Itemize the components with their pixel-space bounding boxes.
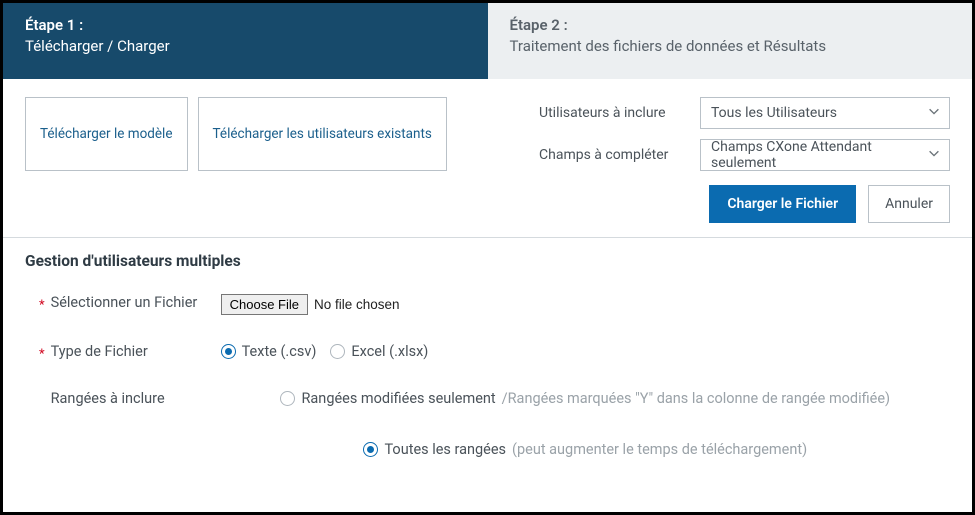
users-to-include-label: Utilisateurs à inclure [539,105,684,121]
download-buttons: Télécharger le modèle Télécharger les ut… [25,97,447,171]
fields-to-complete-value: Champs CXone Attendant seulement [711,139,919,171]
fields-to-complete-row: Champs à compléter Champs CXone Attendan… [539,139,950,171]
rows-include-radio-group: Rangées modifiées seulement /Rangées mar… [221,390,950,458]
rows-all-radio[interactable]: Toutes les rangées (peut augmenter le te… [363,441,807,458]
rows-include-label: Rangées à inclure [51,390,221,409]
filter-fields: Utilisateurs à inclure Tous les Utilisat… [539,97,950,171]
step-2-subtitle: Traitement des fichiers de données et Ré… [510,36,951,57]
steps-bar: Étape 1 : Télécharger / Charger Étape 2 … [3,3,972,79]
radio-icon [363,442,378,457]
download-template-button[interactable]: Télécharger le modèle [25,97,188,171]
rows-all-hint: (peut augmenter le temps de téléchargeme… [512,441,807,458]
required-star: * [39,347,45,362]
radio-icon [280,391,295,406]
section-title: Gestion d'utilisateurs multiples [3,238,972,288]
step-2-title: Étape 2 : [510,15,951,36]
file-chosen-text: No file chosen [314,297,400,312]
step-1-title: Étape 1 : [25,15,466,36]
rows-modified-hint: /Rangées marquées "Y" dans la colonne de… [502,390,890,407]
required-star: * [39,298,45,313]
file-type-csv-label: Texte (.csv) [242,343,317,360]
rows-all-label: Toutes les rangées [384,441,506,458]
rows-include-row: * Rangées à inclure Rangées modifiées se… [3,384,972,480]
chevron-down-icon [927,104,941,122]
fields-to-complete-label: Champs à compléter [539,147,684,163]
step-1[interactable]: Étape 1 : Télécharger / Charger [3,3,488,79]
file-type-csv-radio[interactable]: Texte (.csv) [221,343,317,360]
controls-row: Télécharger le modèle Télécharger les ut… [3,79,972,171]
chevron-down-icon [927,146,941,164]
file-type-xlsx-label: Excel (.xlsx) [351,343,428,360]
file-type-row: * Type de Fichier Texte (.csv) Excel (.x… [3,337,972,384]
file-input-group: Choose File No file chosen [221,294,950,315]
select-file-label: Sélectionner un Fichier [51,294,221,313]
download-existing-users-button[interactable]: Télécharger les utilisateurs existants [198,97,447,171]
users-to-include-select[interactable]: Tous les Utilisateurs [700,97,950,129]
file-type-label: Type de Fichier [51,343,221,362]
rows-modified-radio[interactable]: Rangées modifiées seulement /Rangées mar… [280,390,890,407]
actions-row: Charger le Fichier Annuler [3,171,972,237]
select-file-row: * Sélectionner un Fichier Choose File No… [3,288,972,337]
cancel-button[interactable]: Annuler [868,185,950,223]
load-file-button[interactable]: Charger le Fichier [709,185,856,223]
radio-icon [330,344,345,359]
rows-modified-label: Rangées modifiées seulement [301,390,495,407]
users-to-include-value: Tous les Utilisateurs [711,105,837,121]
file-type-xlsx-radio[interactable]: Excel (.xlsx) [330,343,428,360]
wizard-container: Étape 1 : Télécharger / Charger Étape 2 … [3,3,972,512]
step-2[interactable]: Étape 2 : Traitement des fichiers de don… [488,3,973,79]
choose-file-button[interactable]: Choose File [221,294,308,315]
fields-to-complete-select[interactable]: Champs CXone Attendant seulement [700,139,950,171]
radio-icon [221,344,236,359]
file-type-radio-group: Texte (.csv) Excel (.xlsx) [221,343,950,360]
users-to-include-row: Utilisateurs à inclure Tous les Utilisat… [539,97,950,129]
step-1-subtitle: Télécharger / Charger [25,36,466,57]
